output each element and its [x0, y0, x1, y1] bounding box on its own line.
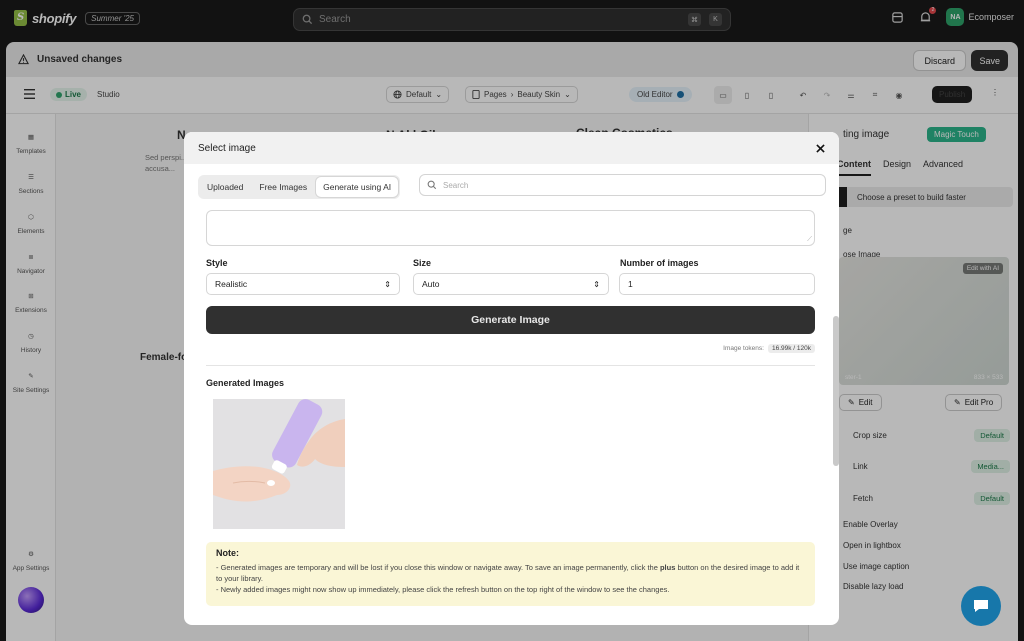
- size-label: Size: [413, 258, 432, 268]
- modal-title: Select image: [198, 142, 256, 154]
- image-tokens: Image tokens: 16.99k / 120k: [723, 344, 815, 353]
- generated-images-title: Generated Images: [206, 378, 285, 388]
- size-select[interactable]: Auto ⇕: [413, 273, 609, 295]
- modal-header: Select image: [184, 132, 839, 164]
- search-icon: [427, 180, 437, 190]
- tab-uploaded[interactable]: Uploaded: [200, 177, 250, 197]
- note-line-1: - Generated images are temporary and wil…: [216, 563, 800, 583]
- updown-chevron-icon: ⇕: [593, 279, 600, 289]
- generated-image-art: [213, 399, 345, 529]
- count-label: Number of images: [620, 258, 699, 268]
- generated-image[interactable]: [213, 399, 345, 529]
- select-image-modal: Select image Uploaded Free Images Genera…: [184, 132, 839, 625]
- chat-icon: [974, 600, 988, 612]
- chat-button[interactable]: [961, 586, 1001, 626]
- tab-free-images[interactable]: Free Images: [252, 177, 314, 197]
- image-source-tabs: Uploaded Free Images Generate using AI: [198, 175, 401, 199]
- note-line-2: - Newly added images might now show up i…: [216, 585, 670, 594]
- tab-generate-ai[interactable]: Generate using AI: [316, 177, 399, 197]
- image-search[interactable]: [419, 174, 826, 196]
- updown-chevron-icon: ⇕: [384, 279, 391, 289]
- modal-scrollbar[interactable]: [833, 316, 839, 466]
- note-title: Note:: [216, 548, 239, 558]
- divider: [206, 365, 815, 366]
- generated-image-card[interactable]: [206, 392, 352, 536]
- style-select[interactable]: Realistic ⇕: [206, 273, 400, 295]
- close-icon[interactable]: [813, 141, 827, 155]
- resize-handle-icon[interactable]: ⟋: [807, 236, 812, 244]
- note-box: Note: - Generated images are temporary a…: [206, 542, 815, 606]
- image-search-input[interactable]: [443, 180, 818, 190]
- count-input[interactable]: 1: [619, 273, 815, 295]
- generate-image-button[interactable]: Generate Image: [206, 306, 815, 334]
- prompt-textarea[interactable]: ⟋: [206, 210, 815, 246]
- style-label: Style: [206, 258, 228, 268]
- modal-body: ⟋ Style Realistic ⇕ Size Auto ⇕ Number o…: [184, 206, 839, 625]
